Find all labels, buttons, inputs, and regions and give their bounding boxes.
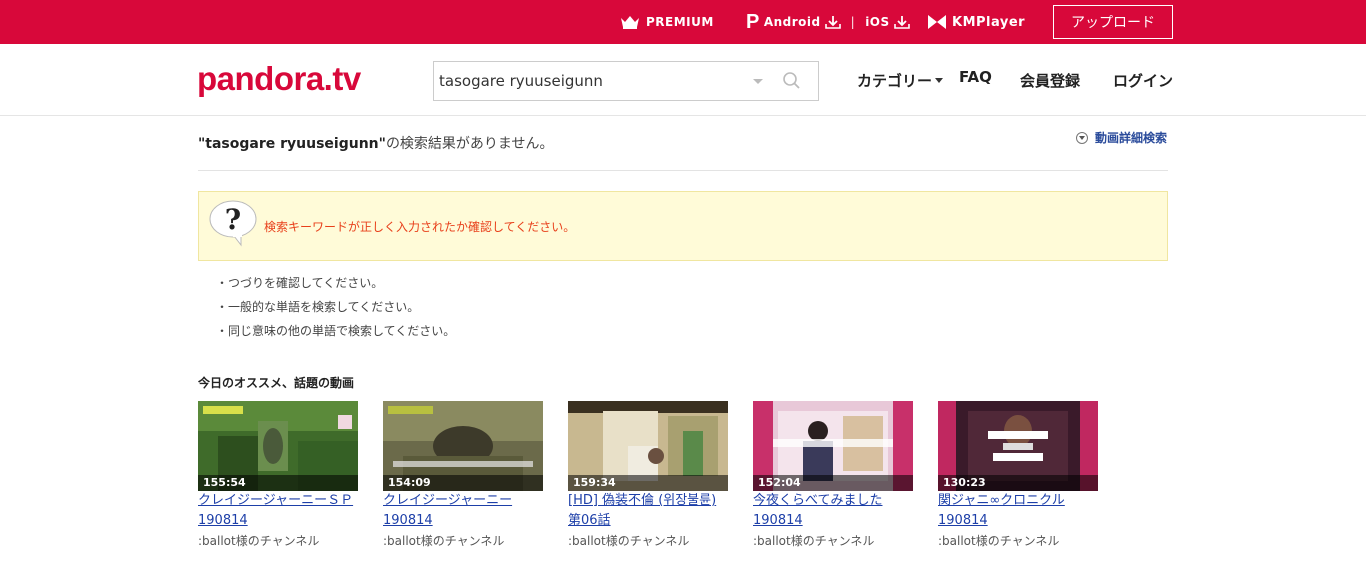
video-thumbnail[interactable]: 130:23 bbox=[938, 401, 1098, 491]
caret-down-icon bbox=[935, 77, 944, 83]
ios-link[interactable]: iOS bbox=[865, 15, 889, 29]
video-channel[interactable]: :ballot様のチャンネル bbox=[938, 532, 1059, 549]
kmplayer-link[interactable]: KMPlayer bbox=[928, 0, 1025, 44]
kmplayer-label: KMPlayer bbox=[952, 14, 1026, 30]
notice-box: ? 検索キーワードが正しく入力されたか確認してください。 bbox=[198, 191, 1168, 261]
video-duration: 152:04 bbox=[753, 475, 913, 491]
no-results-message: "tasogare ryuuseigunn"の検索結果がありません。 bbox=[198, 133, 554, 153]
top-bar: PREMIUM P Android | iOS KMPlayer アップロード bbox=[0, 0, 1366, 44]
crown-icon bbox=[621, 16, 639, 29]
chevron-down-circle-icon bbox=[1076, 131, 1088, 144]
search-icon[interactable] bbox=[782, 71, 802, 91]
no-results-suffix: の検索結果がありません。 bbox=[385, 136, 554, 152]
upload-button[interactable]: アップロード bbox=[1053, 5, 1173, 39]
video-channel[interactable]: :ballot様のチャンネル bbox=[753, 532, 874, 549]
svg-text:?: ? bbox=[225, 203, 241, 236]
video-title-link[interactable]: 今夜くらべてみました 190814 bbox=[753, 491, 923, 531]
tips-list: ・つづりを確認してください。 ・一般的な単語を検索してください。 ・同じ意味の他… bbox=[216, 274, 455, 346]
pandora-p-icon: P bbox=[746, 11, 760, 33]
video-title-link[interactable]: クレイジージャーニーＳＰ 190814 bbox=[198, 491, 368, 531]
kmplayer-logo-icon bbox=[928, 15, 946, 29]
header: pandora.tv カテゴリー FAQ 会員登録 ログイン bbox=[0, 44, 1366, 116]
recommended-title: 今日のオススメ、話題の動画 bbox=[198, 376, 355, 390]
premium-label: PREMIUM bbox=[646, 15, 714, 29]
nav-faq[interactable]: FAQ bbox=[959, 41, 992, 113]
tip-item: ・同じ意味の他の単語で検索してください。 bbox=[216, 324, 456, 338]
advanced-search-link[interactable]: 動画詳細検索 bbox=[1076, 129, 1167, 146]
tip-item: ・つづりを確認してください。 bbox=[216, 276, 384, 290]
tip-item: ・一般的な単語を検索してください。 bbox=[216, 300, 420, 314]
video-thumbnail[interactable]: 154:09 bbox=[383, 401, 543, 491]
search-dropdown-icon[interactable] bbox=[753, 79, 763, 84]
search-box bbox=[433, 61, 819, 101]
video-thumbnail[interactable]: 159:34 bbox=[568, 401, 728, 491]
video-channel[interactable]: :ballot様のチャンネル bbox=[198, 532, 319, 549]
nav-category-label: カテゴリー bbox=[857, 71, 933, 90]
video-channel[interactable]: :ballot様のチャンネル bbox=[383, 532, 504, 549]
question-bubble-icon: ? bbox=[209, 200, 257, 247]
video-title-link[interactable]: クレイジージャーニー 190814 bbox=[383, 491, 553, 531]
video-duration: 154:09 bbox=[383, 475, 543, 491]
nav-login[interactable]: ログイン bbox=[1113, 44, 1173, 116]
search-input[interactable] bbox=[439, 62, 739, 100]
video-duration: 159:34 bbox=[568, 475, 728, 491]
advanced-search-label: 動画詳細検索 bbox=[1095, 131, 1168, 145]
notice-message: 検索キーワードが正しく入力されたか確認してください。 bbox=[264, 220, 576, 234]
download-icon bbox=[824, 16, 841, 29]
video-thumbnail[interactable]: 152:04 bbox=[753, 401, 913, 491]
divider bbox=[198, 170, 1168, 171]
nav-register[interactable]: 会員登録 bbox=[1020, 44, 1080, 116]
android-link[interactable]: Android bbox=[764, 15, 821, 29]
video-title-link[interactable]: 関ジャニ∞クロニクル 190814 bbox=[938, 491, 1108, 531]
nav-category[interactable]: カテゴリー bbox=[857, 44, 944, 116]
search-query: "tasogare ryuuseigunn" bbox=[198, 136, 386, 152]
separator: | bbox=[850, 15, 856, 29]
video-duration: 155:54 bbox=[198, 475, 358, 491]
pandora-logo[interactable]: pandora.tv bbox=[197, 62, 361, 95]
video-thumbnail[interactable]: 155:54 bbox=[198, 401, 358, 491]
video-channel[interactable]: :ballot様のチャンネル bbox=[568, 532, 689, 549]
app-download-links: P Android | iOS bbox=[746, 0, 910, 44]
video-duration: 130:23 bbox=[938, 475, 1098, 491]
download-icon bbox=[893, 16, 910, 29]
premium-link[interactable]: PREMIUM bbox=[620, 0, 714, 44]
video-title-link[interactable]: [HD] 偽装不倫 (위장불륜) 第06話 bbox=[568, 491, 738, 531]
